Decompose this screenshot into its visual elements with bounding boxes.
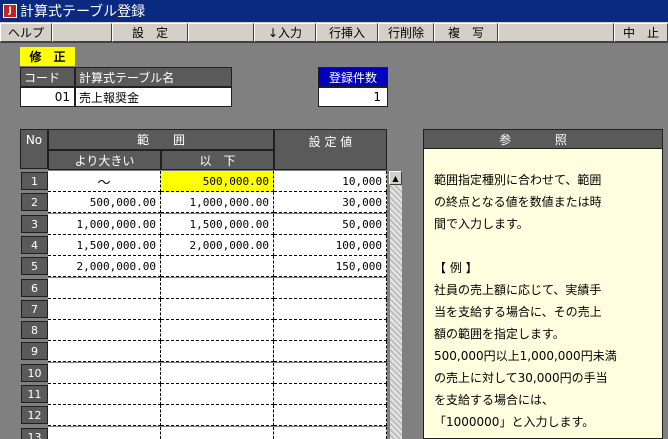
reference-line: 500,000円以上1,000,000円未満 <box>434 349 617 363</box>
greater-cell[interactable]: 2,000,000.00 <box>48 256 161 277</box>
row-number: 2 <box>21 193 48 211</box>
below-cell[interactable] <box>161 384 274 405</box>
toolbar-spacer-2 <box>188 23 254 42</box>
settings-button[interactable]: 設 定 <box>112 23 188 42</box>
greater-cell[interactable] <box>48 405 161 426</box>
row-number: 8 <box>21 321 48 339</box>
toolbar: ヘルプ 設 定 ↓入力 行挿入 行削除 複 写 中 止 <box>0 22 668 43</box>
reference-line: 社員の売上額に応じて、実績手 <box>434 283 602 297</box>
mode-badge: 修 正 <box>20 47 75 66</box>
row-number: 3 <box>21 215 48 233</box>
range-header: 範 囲 <box>48 129 274 150</box>
count-value: 1 <box>318 87 388 107</box>
reference-line: 当を支給する場合に、その売上 <box>434 305 602 319</box>
reference-line: 額の範囲を指定します。 <box>434 327 565 341</box>
value-cell[interactable]: 50,000 <box>274 214 387 235</box>
count-header: 登録件数 <box>318 67 388 87</box>
below-cell[interactable] <box>161 427 274 439</box>
greater-cell[interactable] <box>48 341 161 362</box>
greater-cell[interactable]: 500,000.00 <box>48 192 161 213</box>
toolbar-spacer-3 <box>498 23 614 42</box>
reference-line: 範囲指定種別に合わせて、範囲 <box>434 173 602 187</box>
value-cell[interactable] <box>274 363 387 384</box>
greater-cell[interactable] <box>48 278 161 299</box>
app-icon: J <box>3 4 17 18</box>
window-title: 計算式テーブル登録 <box>20 4 146 20</box>
below-cell[interactable] <box>161 256 274 277</box>
row-number: 6 <box>21 279 48 297</box>
value-cell[interactable] <box>274 320 387 341</box>
value-cell[interactable]: 30,000 <box>274 192 387 213</box>
reference-line: を支給する場合には、 <box>434 393 555 407</box>
below-cell[interactable]: 2,000,000.00 <box>161 235 274 256</box>
below-cell[interactable] <box>161 320 274 341</box>
greater-header: より大きい <box>48 150 161 170</box>
value-cell[interactable]: 100,000 <box>274 235 387 256</box>
below-cell[interactable]: 1,000,000.00 <box>161 192 274 213</box>
input-button[interactable]: ↓入力 <box>254 23 316 42</box>
reference-line <box>434 235 652 257</box>
below-cell[interactable] <box>161 405 274 426</box>
reference-line: 「1000000」と入力します。 <box>434 415 595 429</box>
greater-cell[interactable] <box>48 299 161 320</box>
reference-line: の終点となる値を数値または時 <box>434 195 602 209</box>
col-no-header: No <box>20 129 48 169</box>
below-cell[interactable] <box>161 363 274 384</box>
value-cell[interactable] <box>274 384 387 405</box>
row-number: 5 <box>21 257 48 275</box>
greater-cell[interactable]: ～ <box>48 171 161 192</box>
copy-button[interactable]: 複 写 <box>434 23 498 42</box>
name-header: 計算式テーブル名 <box>75 67 232 87</box>
row-number: 4 <box>21 236 48 254</box>
name-value[interactable]: 売上報奨金 <box>75 87 232 107</box>
help-button[interactable]: ヘルプ <box>0 23 52 42</box>
delete-row-button[interactable]: 行削除 <box>378 23 434 42</box>
value-cell[interactable]: 150,000 <box>274 256 387 277</box>
code-header: コード <box>20 67 75 87</box>
insert-row-button[interactable]: 行挿入 <box>316 23 378 42</box>
below-header: 以 下 <box>161 150 274 170</box>
greater-cell[interactable] <box>48 427 161 439</box>
table-scrollbar[interactable] <box>389 171 402 439</box>
row-number: 9 <box>21 342 48 360</box>
row-number: 10 <box>21 364 48 382</box>
value-cell[interactable] <box>274 278 387 299</box>
row-number: 12 <box>21 406 48 424</box>
reference-panel: 範囲指定種別に合わせて、範囲 の終点となる値を数値または時 間で入力します。【 例 … <box>423 148 663 439</box>
value-cell[interactable] <box>274 427 387 439</box>
value-cell[interactable]: 10,000 <box>274 171 387 192</box>
value-cell[interactable] <box>274 299 387 320</box>
below-cell[interactable]: 1,500,000.00 <box>161 214 274 235</box>
reference-line: の売上に対して30,000円の手当 <box>434 371 608 385</box>
value-header: 設 定 値 <box>274 129 387 170</box>
greater-cell[interactable]: 1,500,000.00 <box>48 235 161 256</box>
below-cell[interactable] <box>161 278 274 299</box>
stop-button[interactable]: 中 止 <box>614 23 668 42</box>
below-cell[interactable] <box>161 299 274 320</box>
greater-cell[interactable] <box>48 320 161 341</box>
reference-line: 間で入力します。 <box>434 217 529 231</box>
row-number: 13 <box>21 428 48 439</box>
reference-line: 【 例 】 <box>434 261 478 275</box>
scroll-up-arrow[interactable]: ▲ <box>389 171 402 185</box>
toolbar-spacer-1 <box>52 23 112 42</box>
greater-cell[interactable]: 1,000,000.00 <box>48 214 161 235</box>
row-number: 1 <box>21 172 48 190</box>
below-cell[interactable] <box>161 341 274 362</box>
greater-cell[interactable] <box>48 363 161 384</box>
row-number: 11 <box>21 385 48 403</box>
row-number: 7 <box>21 300 48 318</box>
greater-cell[interactable] <box>48 384 161 405</box>
reference-text: 範囲指定種別に合わせて、範囲 の終点となる値を数値または時 間で入力します。【 例 … <box>434 169 652 433</box>
code-value[interactable]: 01 <box>20 87 75 107</box>
reference-title: 参 照 <box>423 129 663 149</box>
value-cell[interactable] <box>274 341 387 362</box>
below-cell[interactable]: 500,000.00 <box>161 171 274 192</box>
value-cell[interactable] <box>274 405 387 426</box>
title-bar: J 計算式テーブル登録 <box>0 0 668 22</box>
